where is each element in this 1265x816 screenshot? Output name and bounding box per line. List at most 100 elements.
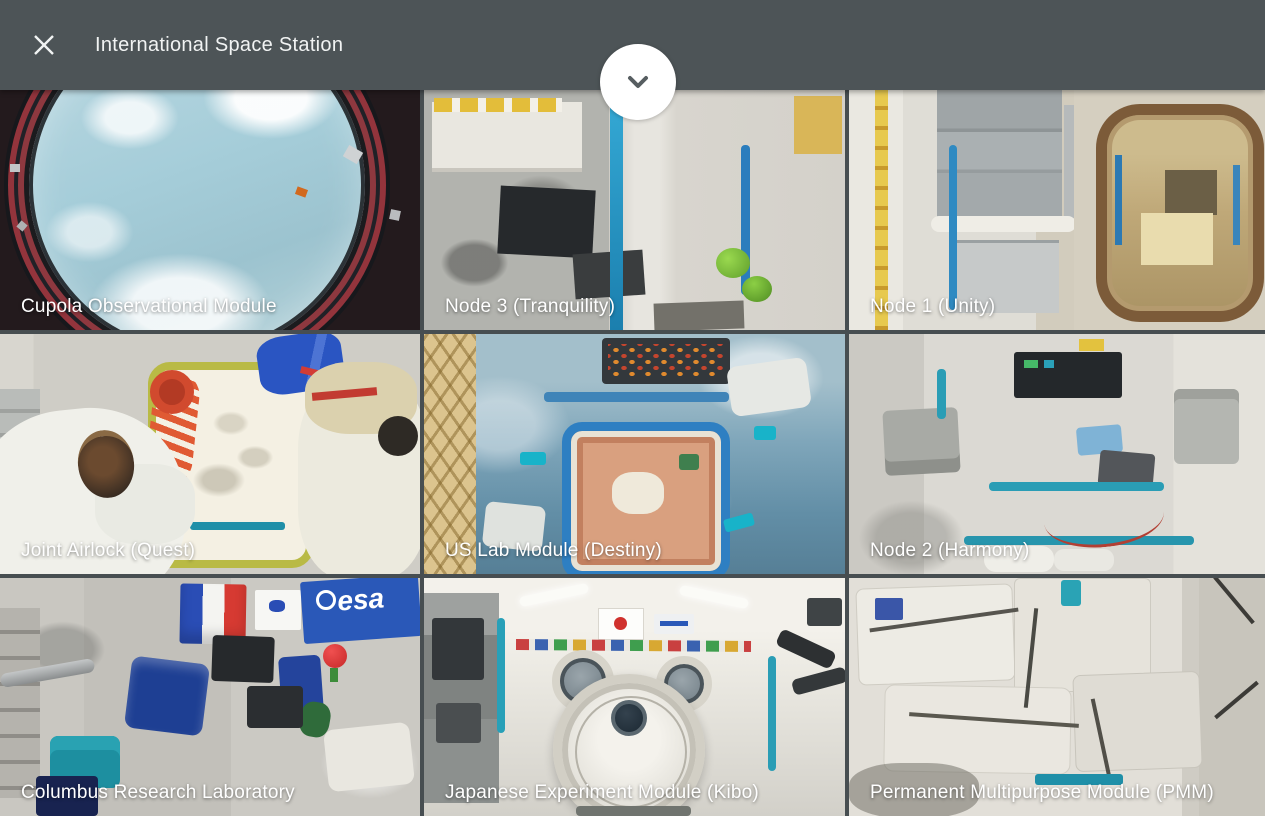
blue-bar (544, 392, 729, 402)
blue-pole (610, 90, 623, 330)
tile-label: Cupola Observational Module (21, 296, 277, 317)
lit-panel (1141, 213, 1213, 265)
dark-screen (432, 618, 484, 680)
tile-label: Permanent Multipurpose Module (PMM) (870, 782, 1214, 803)
base-bar (576, 806, 691, 816)
tile-label: Japanese Experiment Module (Kibo) (445, 782, 759, 803)
pmm-photo (849, 578, 1265, 816)
teal-handrail (497, 618, 505, 733)
hatch-highlight (612, 472, 664, 514)
chevron-down-icon (628, 76, 648, 88)
gray-equipment (1174, 389, 1239, 464)
stowage-bag (883, 684, 1072, 775)
page-title: International Space Station (95, 33, 344, 56)
tile-label: Joint Airlock (Quest) (21, 540, 196, 561)
plant-bag (742, 276, 772, 302)
cnes-mark (269, 600, 285, 612)
hatch-port (611, 700, 647, 736)
gallery-tile-destiny[interactable]: US Lab Module (Destiny) (424, 334, 845, 574)
dark-screen (436, 703, 481, 743)
tile-label: US Lab Module (Destiny) (445, 540, 662, 561)
teal-handle (520, 452, 546, 465)
dark-screen (807, 598, 842, 626)
stowage-bag (1072, 670, 1203, 773)
label-strip (434, 98, 562, 112)
white-pack (1054, 549, 1114, 571)
hatch-ring (1096, 104, 1264, 322)
blue-stowage-bag (123, 655, 211, 737)
yellow-tag (1079, 339, 1104, 351)
ceiling-light (678, 584, 750, 610)
status-light (1044, 360, 1054, 368)
node1-photo (849, 90, 1265, 330)
dark-screen (497, 185, 596, 259)
helmet-visor (378, 416, 418, 456)
gallery-tile-harmony[interactable]: Node 2 (Harmony) (849, 334, 1265, 574)
gallery-tile-node3[interactable]: Node 3 (Tranquility) (424, 90, 845, 330)
tile-label: Columbus Research Laboratory (21, 782, 295, 803)
ceiling-light (518, 582, 590, 608)
blue-handrail (1233, 165, 1240, 245)
equipment-rack (0, 608, 40, 798)
teal-handrail (989, 482, 1164, 491)
blue-handrail (949, 145, 957, 310)
equipment-shadow (1165, 170, 1217, 215)
gallery-tile-node1[interactable]: Node 1 (Unity) (849, 90, 1265, 330)
equipment-box (432, 102, 582, 172)
gallery-tile-quest[interactable]: Joint Airlock (Quest) (0, 334, 420, 574)
dark-screen (211, 634, 275, 684)
white-equipment (725, 356, 813, 418)
camera-arm (775, 628, 837, 670)
gray-equipment (882, 407, 961, 476)
debris-speck (10, 164, 20, 172)
close-icon (34, 35, 54, 55)
blue-label (875, 598, 903, 620)
yellow-stripe (875, 90, 888, 330)
japan-flag-sun (614, 617, 627, 630)
stowage-bag (1199, 578, 1265, 816)
dark-screen (247, 686, 303, 728)
dark-panel (1014, 352, 1122, 398)
plant-bag (716, 248, 750, 278)
tan-lattice (424, 334, 476, 574)
teal-handrail (768, 656, 776, 771)
gallery-grid: Cupola Observational Module Node 3 (Tran… (0, 90, 1265, 816)
green-stem (330, 668, 338, 682)
esa-banner: esa (299, 578, 420, 645)
cupola-photo (0, 90, 420, 330)
red-ball (323, 644, 347, 668)
close-button[interactable] (20, 21, 68, 69)
cupola-earth-window (29, 90, 365, 330)
flags-banner (515, 638, 752, 653)
gallery-tile-cupola[interactable]: Cupola Observational Module (0, 90, 420, 330)
teal-object (1061, 580, 1081, 606)
green-box (679, 454, 699, 470)
harmony-photo (849, 334, 1265, 574)
dark-screen (572, 249, 646, 300)
panel-buttons (608, 344, 724, 378)
debris-speck (16, 220, 28, 232)
debris-speck (389, 209, 401, 221)
yellow-box (794, 96, 842, 154)
tile-label: Node 1 (Unity) (870, 296, 996, 317)
teal-handle (754, 426, 776, 440)
tile-label: Node 2 (Harmony) (870, 540, 1030, 561)
gallery-tile-columbus[interactable]: esa Columbus Research Laboratory (0, 578, 420, 816)
teal-handrail (937, 369, 946, 419)
equipment-shadow (653, 300, 745, 330)
collapse-gallery-button[interactable] (600, 44, 676, 120)
camera-arm (790, 666, 845, 696)
destiny-photo (424, 334, 845, 574)
status-light (1024, 360, 1038, 368)
gallery-tile-pmm[interactable]: Permanent Multipurpose Module (PMM) (849, 578, 1265, 816)
quest-photo (0, 334, 420, 574)
jaxa-mark (660, 621, 688, 626)
teal-bar (190, 522, 285, 530)
columbus-photo: esa (0, 578, 420, 816)
white-bag (322, 721, 416, 793)
gallery-tile-kibo[interactable]: Japanese Experiment Module (Kibo) (424, 578, 845, 816)
kibo-photo (424, 578, 845, 816)
red-reel (150, 370, 194, 414)
node3-photo (424, 90, 845, 330)
blue-handrail (1115, 155, 1122, 245)
